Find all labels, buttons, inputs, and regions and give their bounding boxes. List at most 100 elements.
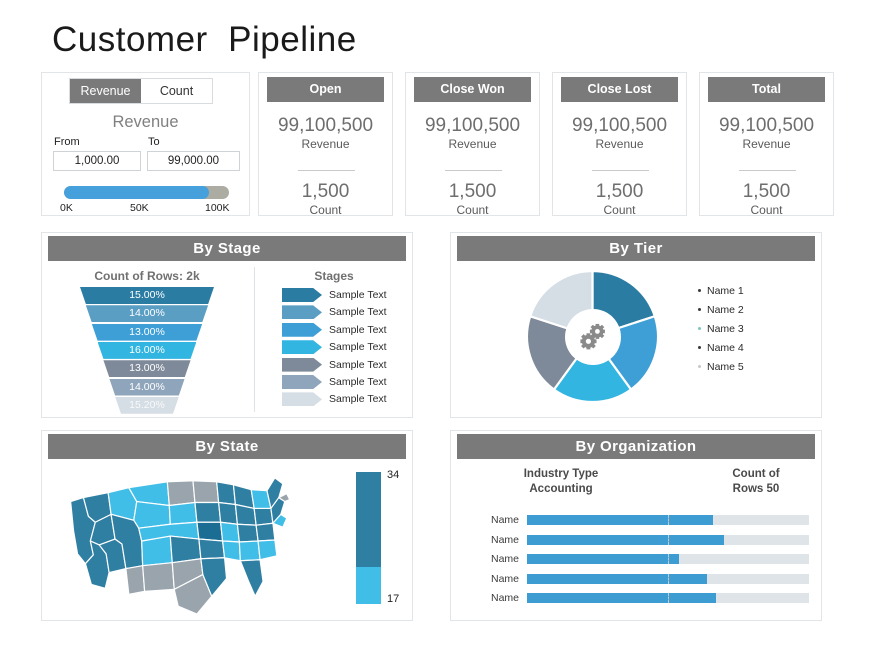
funnel-segment: 16.00% (97, 341, 197, 359)
legend-value-high: 34 (387, 469, 400, 481)
kpi-revenue-value: 99,100,500 (277, 115, 374, 136)
organization-bar-track (527, 573, 809, 584)
tier-legend-item[interactable]: Name 3 (698, 323, 744, 342)
organization-bar-label: Name (490, 553, 519, 565)
organization-bar-row[interactable]: Name (463, 570, 811, 588)
stage-legend-item[interactable]: Sample Text (282, 374, 402, 390)
kpi-title: Open (267, 77, 384, 102)
funnel-segment: 15.20% (115, 396, 179, 414)
organization-bar-row[interactable]: Name (463, 550, 811, 568)
organization-bar-label: Name (490, 514, 519, 526)
revenue-filter-card: Revenue Count Revenue From To 1,000.00 9… (41, 72, 250, 216)
industry-type-header: Industry Type Accounting (471, 467, 651, 497)
organization-bar-midline (668, 554, 669, 564)
tier-donut-chart (525, 269, 660, 404)
kpi-title: Close Won (414, 77, 531, 102)
state-ky (220, 521, 240, 543)
stage-legend-item[interactable]: Sample Text (282, 287, 402, 303)
tier-legend-item[interactable]: Name 1 (698, 285, 744, 304)
funnel-segment: 14.00% (85, 305, 209, 323)
count-of-rows-header: Count of Rows 50 (701, 467, 811, 497)
funnel-segment: 14.00% (109, 378, 185, 396)
tier-legend-item[interactable]: Name 2 (698, 304, 744, 323)
count-of-rows-line1: Count of (732, 468, 780, 480)
legend-value-low: 17 (387, 593, 400, 605)
kpi-count-value: 1,500 (595, 181, 644, 202)
stage-legend-item[interactable]: Sample Text (282, 339, 402, 355)
revenue-range-slider[interactable] (64, 186, 229, 199)
state-in-oh (234, 503, 257, 526)
kpi-title: Total (708, 77, 825, 102)
legend-bullet-icon (698, 307, 701, 311)
kpi-divider (298, 170, 355, 171)
tab-revenue[interactable]: Revenue (70, 79, 141, 103)
stages-label: Stages (314, 269, 354, 283)
stage-legend-item[interactable]: Sample Text (282, 391, 402, 407)
organization-bar-track (527, 554, 809, 564)
legend-bullet-icon (698, 326, 701, 330)
funnel-segment-label: 14.00% (129, 307, 165, 320)
stage-legend-label: Sample Text (329, 323, 387, 336)
funnel-segment-label: 13.00% (129, 362, 165, 375)
legend-bullet-icon (698, 345, 701, 349)
us-map-svg (70, 477, 291, 615)
stage-legend-item[interactable]: Sample Text (282, 357, 402, 373)
organization-bar-midline (668, 515, 669, 525)
kpi-count-value: 1,500 (448, 181, 497, 202)
organization-bar-label: Name (490, 592, 519, 604)
kpi-revenue-label: Revenue (448, 137, 497, 151)
tier-legend-label: Name 5 (707, 361, 744, 373)
kpi-count-label: Count (456, 203, 489, 217)
kpi-count-label: Count (750, 203, 783, 217)
kpi-card-open: Open 99,100,500 Revenue 1,500 Count (258, 72, 393, 217)
funnel-segment: 15.00% (80, 287, 214, 304)
by-stage-title: By Stage (48, 236, 406, 261)
kpi-card-close-lost: Close Lost 99,100,500 Revenue 1,500 Coun… (552, 72, 687, 217)
by-organization-title: By Organization (457, 434, 815, 459)
kpi-divider (739, 170, 796, 171)
legend-swatch-low (356, 567, 381, 604)
to-input[interactable]: 99,000.00 (147, 151, 240, 171)
legend-swatch-high (356, 472, 381, 568)
kpi-card-close-won: Close Won 99,100,500 Revenue 1,500 Count (405, 72, 540, 217)
organization-bar-fill (527, 593, 716, 603)
chevron-swatch-icon (282, 357, 322, 372)
slider-tick-100: 100K (205, 202, 230, 214)
chevron-swatch-icon (282, 375, 322, 389)
funnel-segment: 13.00% (103, 360, 191, 378)
metric-toggle[interactable]: Revenue Count (69, 78, 213, 104)
state-pa-wv (253, 507, 274, 526)
tier-legend-item[interactable]: Name 5 (698, 361, 744, 380)
state-fl (239, 559, 264, 597)
tier-legend-item[interactable]: Name 4 (698, 342, 744, 361)
to-label: To (148, 136, 160, 148)
organization-bar-row[interactable]: Name (463, 511, 811, 529)
by-tier-title: By Tier (457, 236, 815, 261)
state-ar (198, 538, 226, 560)
map-color-legend (356, 472, 381, 604)
state-ia (194, 501, 222, 523)
tab-count[interactable]: Count (141, 79, 212, 103)
kpi-revenue-value: 99,100,500 (571, 115, 668, 136)
organization-bar-row[interactable]: Name (463, 589, 811, 607)
organization-bar-fill (527, 554, 680, 564)
funnel-segment-label: 16.00% (129, 343, 165, 356)
state-wy (133, 500, 171, 529)
stage-legend-item[interactable]: Sample Text (282, 322, 402, 338)
from-input[interactable]: 1,000.00 (53, 151, 141, 171)
stage-legend-label: Sample Text (329, 393, 387, 406)
chevron-swatch-icon (282, 322, 322, 337)
state-ga (238, 540, 261, 562)
organization-bar-row[interactable]: Name (463, 531, 811, 549)
filter-heading: Revenue (112, 113, 179, 131)
kpi-count-label: Count (309, 203, 342, 217)
kpi-revenue-value: 99,100,500 (424, 115, 521, 136)
kpi-count-value: 1,500 (301, 181, 350, 202)
count-of-rows-label: Count of Rows: 2k (94, 269, 200, 283)
state-ks (169, 535, 202, 564)
us-state-map[interactable] (62, 467, 322, 615)
stage-legend-label: Sample Text (329, 289, 387, 301)
stage-legend-item[interactable]: Sample Text (282, 304, 402, 320)
legend-bullet-icon (698, 364, 701, 368)
stage-legend-label: Sample Text (329, 358, 387, 371)
